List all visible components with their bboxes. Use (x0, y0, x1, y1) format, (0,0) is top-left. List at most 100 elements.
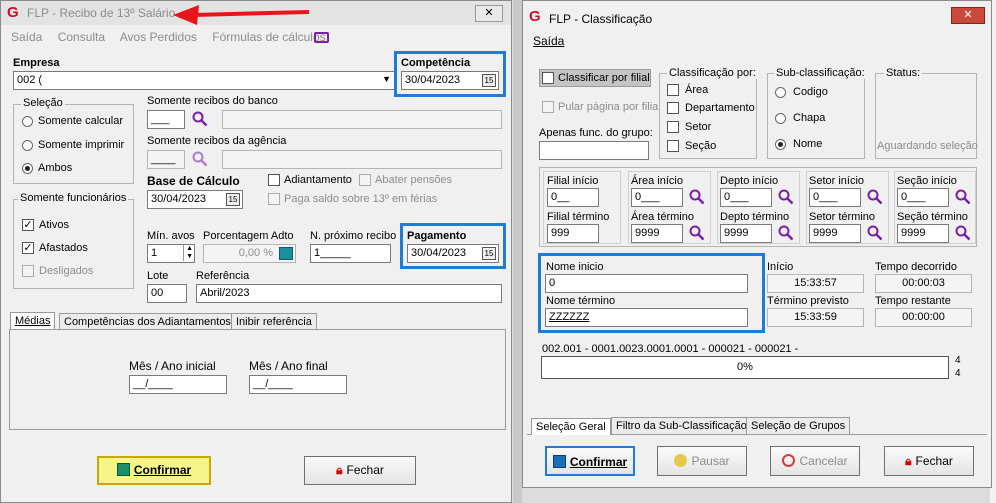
empresa-value: 002 ( (17, 74, 43, 86)
search-setor-termino-icon[interactable] (867, 225, 883, 241)
search-setor-inicio-icon[interactable] (867, 189, 883, 205)
search-area-termino-icon[interactable] (689, 225, 705, 241)
calendar-icon[interactable]: 15 (482, 247, 496, 260)
departamento-checkbox[interactable] (667, 102, 679, 114)
tab-selecao-grupos[interactable]: Seleção de Grupos (746, 417, 851, 434)
porcentagem-label: Porcentagem Adto (203, 230, 294, 242)
pular-pagina-label: Pular página por filial (558, 101, 661, 113)
calculator-icon[interactable] (279, 247, 293, 260)
filial-termino-input[interactable]: 999 (547, 224, 599, 243)
tab-competencias-adiantamentos[interactable]: Competências dos Adiantamentos (59, 313, 236, 330)
confirmar-button[interactable]: Confirmar (545, 446, 635, 476)
depto-termino-input[interactable]: 9999 (720, 224, 772, 243)
porcentagem-input[interactable]: 0,00 % (203, 244, 296, 263)
pagamento-input[interactable]: 30/04/2023 15 (407, 244, 499, 263)
classificacao-menubar: Saída (533, 34, 576, 48)
area-termino-input[interactable]: 9999 (631, 224, 683, 243)
search-area-inicio-icon[interactable] (689, 189, 705, 205)
pular-pagina-checkbox[interactable] (542, 101, 554, 113)
setor-inicio-input[interactable]: 0___ (809, 188, 861, 207)
tab-inibir-referencia[interactable]: Inibir referência (231, 313, 317, 330)
menu-avos-perdidos[interactable]: Avos Perdidos (120, 30, 197, 44)
calendar-icon[interactable]: 15 (482, 74, 496, 87)
mes-final-input[interactable]: __/____ (249, 375, 347, 394)
spinner-icon[interactable]: ▲ ▼ (183, 245, 193, 261)
tab-medias[interactable]: Médias (10, 312, 56, 329)
termino-previsto-label: Término previsto (767, 295, 849, 307)
fechar-button[interactable]: 🔒︎ Fechar (884, 446, 974, 476)
classificacao-titlebar[interactable]: G FLP - Classificação ✕ (523, 1, 991, 29)
tab-selecao-geral[interactable]: Seleção Geral (531, 418, 611, 435)
secao-termino-input[interactable]: 9999 (897, 224, 949, 243)
classificar-filial-checkbox[interactable] (542, 72, 554, 84)
progress-bar: 0% (541, 356, 949, 379)
monitor-icon[interactable] (314, 32, 329, 43)
search-banco-icon[interactable] (192, 111, 208, 127)
radio-nome[interactable] (775, 139, 786, 150)
proximo-recibo-input[interactable]: 1_____ (310, 244, 391, 263)
close-button[interactable]: ✕ (475, 5, 503, 22)
tab-filtro-sub-classificacao[interactable]: Filtro da Sub-Classificação (611, 417, 752, 434)
setor-checkbox[interactable] (667, 121, 679, 133)
chevron-down-icon[interactable]: ▼ (382, 74, 391, 84)
empresa-select[interactable]: 002 ( ▼ (13, 71, 395, 90)
afastados-checkbox[interactable]: ✓ (22, 242, 34, 254)
codigo-label: Codigo (793, 86, 828, 98)
competencia-value: 30/04/2023 (405, 74, 461, 86)
banco-label: Somente recibos do banco (147, 95, 278, 107)
close-button[interactable]: ✕ (951, 7, 985, 24)
recibo-menubar: Saída Consulta Avos Perdidos Fórmulas de… (11, 30, 338, 44)
empresa-label: Empresa (13, 57, 60, 69)
fechar-button[interactable]: 🔒︎ Fechar (304, 456, 416, 485)
search-secao-inicio-icon[interactable] (955, 189, 971, 205)
min-avos-value: 1 (151, 247, 158, 259)
menu-consulta[interactable]: Consulta (58, 30, 105, 44)
abater-pensoes-checkbox[interactable] (359, 174, 371, 186)
area-checkbox[interactable] (667, 84, 679, 96)
secao-checkbox[interactable] (667, 140, 679, 152)
filial-inicio-input[interactable]: 0__ (547, 188, 599, 207)
radio-codigo[interactable] (775, 87, 786, 98)
radio-somente-calcular[interactable] (22, 116, 33, 127)
search-agencia-icon[interactable] (192, 151, 208, 167)
ativos-checkbox[interactable]: ✓ (22, 219, 34, 231)
calendar-icon[interactable]: 15 (226, 193, 240, 206)
min-avos-input[interactable]: 1 ▲ ▼ (147, 244, 195, 263)
apenas-func-label: Apenas func. do grupo: (539, 127, 653, 139)
setor-label: Setor (685, 121, 712, 133)
agencia-input[interactable]: ____ (147, 150, 185, 169)
confirmar-button[interactable]: Confirmar (97, 456, 211, 485)
menu-formulas[interactable]: Fórmulas de cálculos (212, 30, 325, 44)
lote-input[interactable]: 00 (147, 284, 187, 303)
banco-input[interactable]: ___ (147, 110, 185, 129)
mes-inicial-input[interactable]: __/____ (129, 375, 227, 394)
search-depto-termino-icon[interactable] (778, 225, 794, 241)
secao-label: Seção (685, 140, 717, 152)
search-secao-termino-icon[interactable] (955, 225, 971, 241)
paga-saldo-checkbox[interactable] (268, 193, 280, 205)
radio-somente-imprimir[interactable] (22, 140, 33, 151)
nome-termino-input[interactable]: ZZZZZZ (545, 308, 748, 327)
depto-inicio-input[interactable]: 0___ (720, 188, 772, 207)
nome-inicio-input[interactable]: 0 (545, 274, 748, 293)
radio-ambos[interactable] (22, 163, 33, 174)
apenas-func-input[interactable] (539, 141, 649, 160)
menu-saida[interactable]: Saída (533, 34, 564, 48)
setor-termino-input[interactable]: 9999 (809, 224, 861, 243)
save-icon (552, 455, 566, 468)
somente-calcular-label: Somente calcular (38, 115, 123, 127)
base-calculo-input[interactable]: 30/04/2023 15 (147, 190, 243, 209)
referencia-input[interactable]: Abril/2023 (196, 284, 502, 303)
secao-inicio-input[interactable]: 0___ (897, 188, 949, 207)
radio-chapa[interactable] (775, 113, 786, 124)
competencia-input[interactable]: 30/04/2023 15 (401, 71, 499, 90)
area-termino-value: 9999 (635, 227, 660, 239)
pausar-button[interactable]: Pausar (657, 446, 747, 476)
area-inicio-input[interactable]: 0___ (631, 188, 683, 207)
menu-saida[interactable]: Saída (11, 30, 42, 44)
search-depto-inicio-icon[interactable] (778, 189, 794, 205)
adiantamento-checkbox[interactable] (268, 174, 280, 186)
desligados-checkbox[interactable] (22, 265, 34, 277)
fechar-label: Fechar (915, 454, 953, 468)
cancelar-button[interactable]: Cancelar (770, 446, 860, 476)
